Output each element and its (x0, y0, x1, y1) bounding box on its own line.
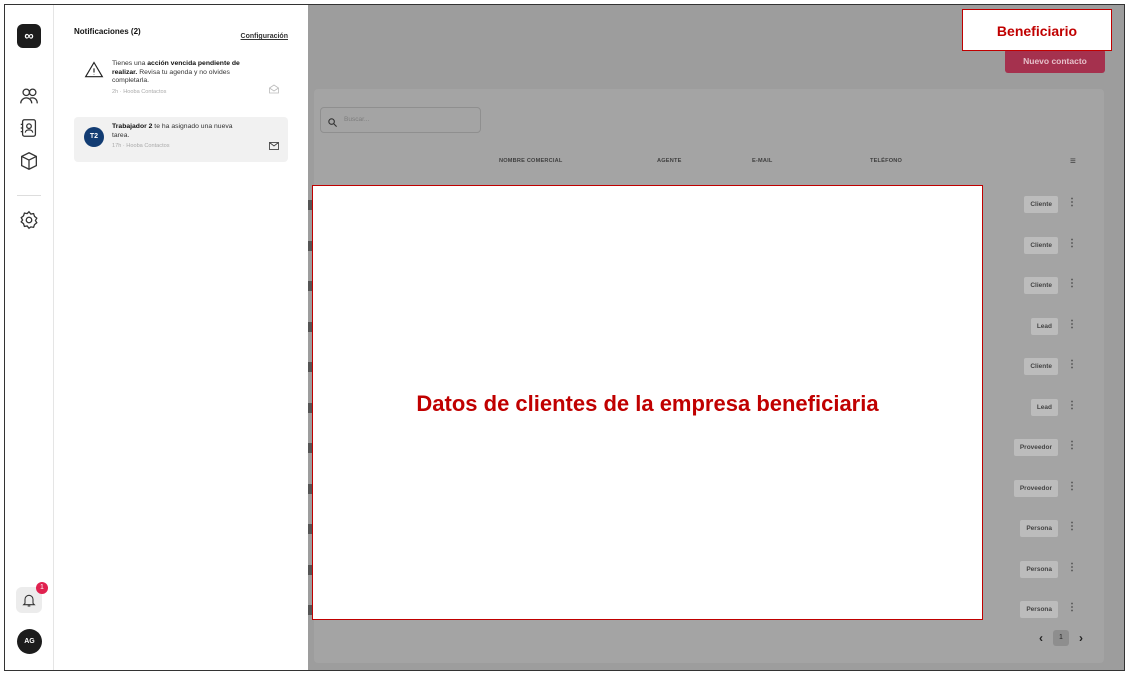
row-type-tag: Cliente (1024, 358, 1058, 375)
pager-prev-button[interactable]: ‹ (1039, 631, 1043, 645)
row-actions-icon[interactable]: ⋮ (1067, 521, 1077, 532)
box-icon[interactable] (18, 150, 40, 172)
overlay-caption: Datos de clientes de la empresa benefici… (416, 391, 879, 416)
user-avatar[interactable]: AG (17, 629, 42, 654)
beneficiary-label: Beneficiario (962, 9, 1112, 51)
notification-count-badge: 1 (36, 582, 48, 594)
columns-menu-icon[interactable]: ≡ (1070, 156, 1076, 167)
sidebar-rail: ∞ 1 AG (5, 5, 54, 670)
client-data-overlay: Datos de clientes de la empresa benefici… (312, 185, 983, 620)
column-telefono[interactable]: TELÉFONO (870, 158, 902, 164)
row-actions-icon[interactable]: ⋮ (1067, 197, 1077, 208)
search-input[interactable]: Buscar... (320, 107, 481, 133)
row-type-tag: Cliente (1024, 196, 1058, 213)
column-email[interactable]: E-MAIL (752, 158, 772, 164)
row-type-tag: Persona (1020, 520, 1058, 537)
notification-item[interactable]: T2 Trabajador 2 te ha asignado una nueva… (74, 117, 288, 162)
row-actions-icon[interactable]: ⋮ (1067, 562, 1077, 573)
column-nombre-comercial[interactable]: NOMBRE COMERCIAL (499, 158, 563, 164)
row-type-tag: Proveedor (1013, 439, 1058, 456)
contact-card-icon[interactable] (18, 117, 40, 139)
row-type-tag: Persona (1020, 601, 1058, 618)
notification-time: 2h · Hooba Contactos (112, 88, 167, 95)
new-contact-button[interactable]: Nuevo contacto (1005, 49, 1105, 73)
mail-open-icon[interactable] (268, 82, 280, 94)
row-actions-icon[interactable]: ⋮ (1067, 278, 1077, 289)
row-type-tag: Cliente (1024, 277, 1058, 294)
row-actions-icon[interactable]: ⋮ (1067, 238, 1077, 249)
notification-text: Trabajador 2 te ha asignado una nueva ta… (112, 123, 250, 151)
notifications-title: Notificaciones (2) (74, 27, 141, 36)
row-actions-icon[interactable]: ⋮ (1067, 400, 1077, 411)
row-actions-icon[interactable]: ⋮ (1067, 481, 1077, 492)
search-placeholder: Buscar... (344, 116, 370, 123)
row-type-tag: Lead (1030, 399, 1058, 416)
notification-item[interactable]: Tienes una acción vencida pendiente de r… (74, 54, 288, 109)
notifications-button[interactable]: 1 (16, 582, 48, 613)
search-icon (327, 115, 338, 128)
rail-divider (17, 195, 41, 196)
notification-text: Tienes una acción vencida pendiente de r… (112, 60, 250, 96)
column-agente[interactable]: AGENTE (657, 158, 682, 164)
row-actions-icon[interactable]: ⋮ (1067, 319, 1077, 330)
row-actions-icon[interactable]: ⋮ (1067, 359, 1077, 370)
notification-time: 17h · Hooba Contactos (112, 143, 170, 149)
pager-page-current[interactable]: 1 (1053, 630, 1069, 646)
pager-next-button[interactable]: › (1079, 631, 1083, 645)
bell-icon (22, 594, 36, 607)
row-type-tag: Proveedor (1013, 480, 1058, 497)
sender-avatar: T2 (84, 127, 104, 147)
warning-icon (84, 60, 104, 80)
row-type-tag: Persona (1020, 561, 1058, 578)
configuration-link[interactable]: Configuración (241, 33, 288, 40)
row-actions-icon[interactable]: ⋮ (1067, 602, 1077, 613)
app-logo[interactable]: ∞ (17, 24, 41, 48)
settings-icon[interactable] (18, 209, 40, 231)
row-actions-icon[interactable]: ⋮ (1067, 440, 1077, 451)
notifications-panel: Notificaciones (2) Configuración Tienes … (54, 5, 308, 670)
mail-icon[interactable] (268, 139, 280, 151)
users-icon[interactable] (18, 85, 40, 107)
row-type-tag: Lead (1030, 318, 1058, 335)
row-type-tag: Cliente (1024, 237, 1058, 254)
